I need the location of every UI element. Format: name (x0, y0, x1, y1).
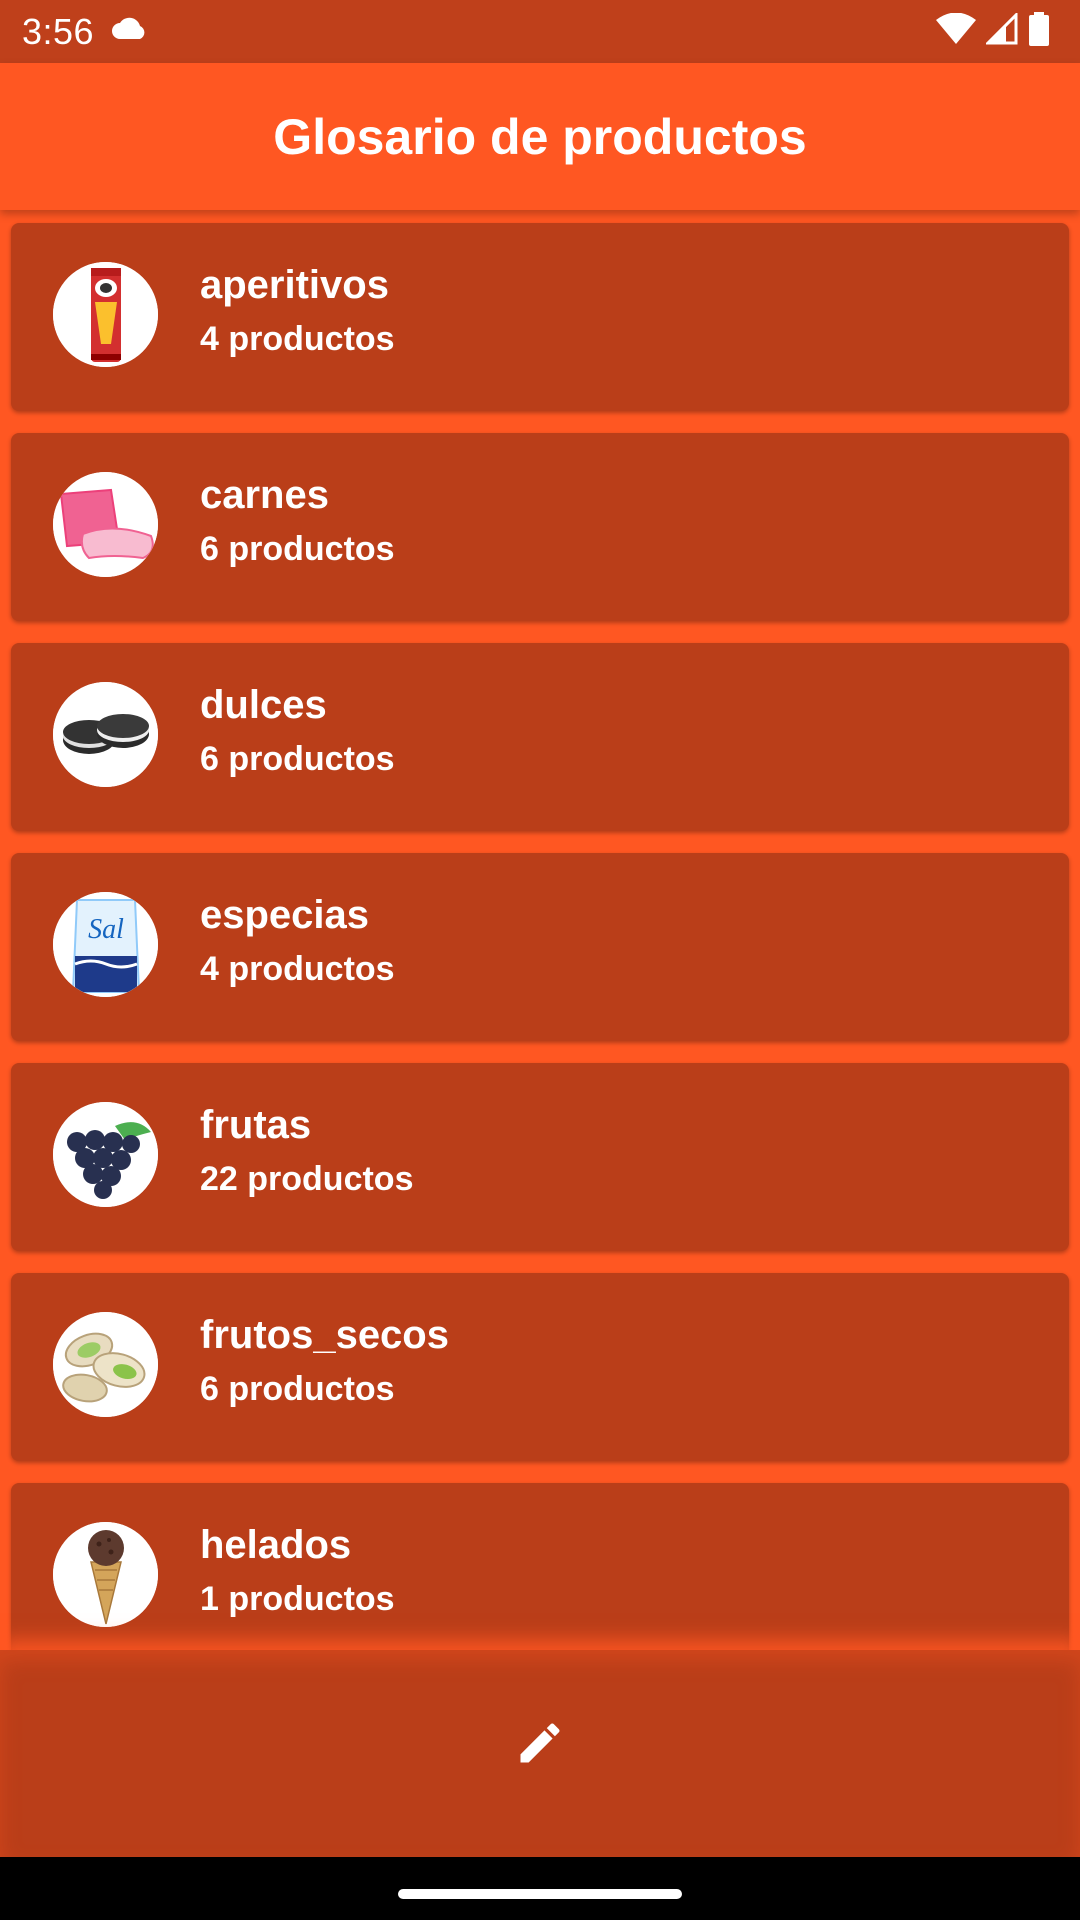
card-text: helados 1 productos (200, 1523, 395, 1618)
category-card-carnes[interactable]: carnes 6 productos (11, 433, 1069, 621)
category-count: 4 productos (200, 950, 395, 988)
card-text: frutos_secos 6 productos (200, 1313, 449, 1408)
category-name: frutos_secos (200, 1313, 449, 1357)
category-name: carnes (200, 473, 329, 517)
pencil-icon (514, 1717, 566, 1774)
pistachios-icon (53, 1312, 158, 1417)
bottom-bar (0, 1650, 1080, 1857)
category-card-especias[interactable]: Sal especias 4 productos (11, 853, 1069, 1041)
grapes-icon (53, 1102, 158, 1207)
category-name: aperitivos (200, 263, 389, 307)
category-card-aperitivos[interactable]: aperitivos 4 productos (11, 223, 1069, 411)
category-count: 22 productos (200, 1160, 414, 1198)
category-name: frutas (200, 1103, 312, 1147)
card-text: aperitivos 4 productos (200, 263, 395, 358)
category-count: 6 productos (200, 740, 395, 778)
status-right (936, 11, 1058, 51)
signal-icon (984, 11, 1018, 50)
category-count: 6 productos (200, 530, 395, 568)
app-bar: Glosario de productos (0, 63, 1080, 210)
category-card-frutas[interactable]: frutas 22 productos (11, 1063, 1069, 1251)
wifi-icon (936, 12, 976, 50)
ice-cream-cone-icon (53, 1522, 158, 1627)
category-card-frutos-secos[interactable]: frutos_secos 6 productos (11, 1273, 1069, 1461)
chips-can-icon (53, 262, 158, 367)
salt-bag-label: Sal (88, 914, 124, 945)
salt-bag-icon: Sal (53, 892, 158, 997)
category-count: 1 productos (200, 1580, 395, 1618)
status-time: 3:56 (22, 10, 95, 52)
card-text: frutas 22 productos (200, 1103, 413, 1198)
card-text: dulces 6 productos (200, 683, 395, 778)
category-card-dulces[interactable]: dulces 6 productos (11, 643, 1069, 831)
category-name: dulces (200, 683, 327, 727)
category-list[interactable]: aperitivos 4 productos carnes 6 producto… (0, 210, 1080, 1650)
page-title: Glosario de productos (273, 108, 807, 165)
edit-button[interactable] (500, 1705, 580, 1785)
cookies-icon (53, 682, 158, 787)
status-bar: 3:56 (0, 0, 1080, 63)
category-count: 6 productos (200, 1370, 395, 1408)
system-nav-bar (0, 1857, 1080, 1920)
category-name: helados (200, 1523, 352, 1567)
cloud-icon (110, 17, 148, 46)
battery-icon (1028, 12, 1050, 51)
card-text: especias 4 productos (200, 893, 395, 988)
card-text: carnes 6 productos (200, 473, 395, 568)
ham-slice-icon (53, 472, 158, 577)
category-card-helados[interactable]: helados 1 productos (11, 1483, 1069, 1650)
status-left: 3:56 (22, 11, 148, 53)
home-gesture-handle[interactable] (398, 1888, 682, 1899)
category-count: 4 productos (200, 320, 395, 358)
category-name: especias (200, 893, 370, 937)
